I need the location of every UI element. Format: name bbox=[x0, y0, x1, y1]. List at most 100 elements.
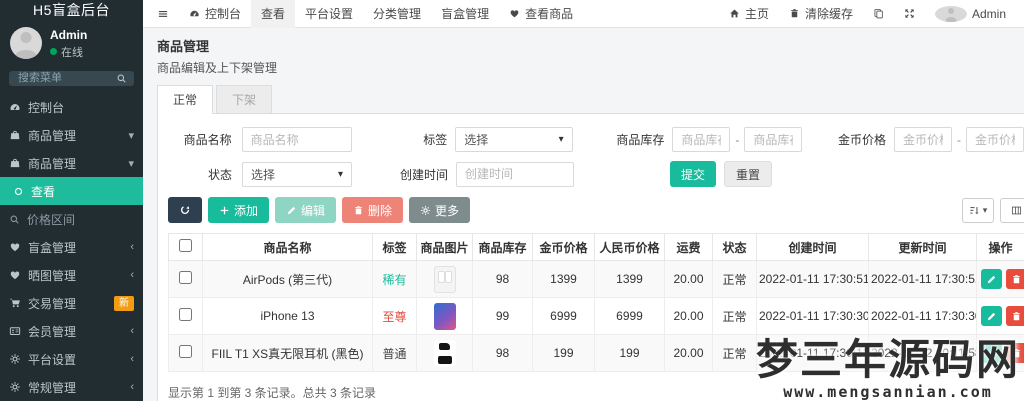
sidebar-item-label: 盲盒管理 bbox=[28, 240, 77, 255]
stock-min-input[interactable] bbox=[672, 127, 731, 152]
col-header-shipping: 运费 bbox=[664, 233, 713, 261]
sort-button[interactable]: ▾ bbox=[962, 197, 994, 223]
nav-item-blindbox-management[interactable]: 盲盒管理 bbox=[431, 0, 499, 28]
user-name: Admin bbox=[50, 28, 88, 42]
sidebar-item-price-range[interactable]: 价格区间 bbox=[0, 205, 143, 233]
sidebar-item-blindbox-management[interactable]: 盲盒管理 ‹ bbox=[0, 233, 143, 261]
cell-shipping: 20.00 bbox=[664, 297, 713, 335]
nav-item-view-goods[interactable]: 查看商品 bbox=[499, 0, 583, 28]
status-filter-select[interactable]: 选择 ▾ bbox=[242, 161, 352, 187]
row-delete-button[interactable] bbox=[1006, 269, 1024, 289]
page-title: 商品管理 bbox=[157, 39, 210, 54]
chevron-left-icon: ‹ bbox=[130, 241, 134, 253]
cell-rmb-price: 1399 bbox=[594, 260, 665, 298]
edit-label: 编辑 bbox=[301, 203, 326, 218]
user-status: 在线 bbox=[50, 44, 87, 60]
columns-icon bbox=[1011, 206, 1021, 214]
user-menu[interactable]: Admin bbox=[925, 0, 1016, 28]
page-subtitle: 商品编辑及上下架管理 bbox=[157, 61, 278, 75]
nav-item-label: 控制台 bbox=[205, 7, 242, 21]
table-header-row: 商品名称 标签 商品图片 商品库存 金币价格 人民币价格 运费 状态 创建时间 … bbox=[168, 233, 1024, 261]
col-header-name: 商品名称 bbox=[202, 233, 373, 261]
sidebar-item-trade-management[interactable]: 交易管理 新 bbox=[0, 289, 143, 317]
tab-normal[interactable]: 正常 bbox=[157, 85, 214, 114]
sidebar-item-member-management[interactable]: 会员管理 ‹ bbox=[0, 317, 143, 345]
gear-icon bbox=[421, 205, 430, 215]
pencil-icon bbox=[987, 275, 996, 283]
main-area: 控制台 查看 平台设置 分类管理 盲盒管理 查看商品 主页 清除缓存 Admin… bbox=[143, 0, 1024, 401]
row-checkbox[interactable] bbox=[179, 308, 192, 321]
add-button[interactable]: 添加 bbox=[208, 197, 270, 223]
refresh-icon bbox=[180, 205, 190, 215]
new-badge: 新 bbox=[114, 295, 134, 311]
row-edit-button[interactable] bbox=[981, 306, 1002, 326]
sidebar-item-label: 交易管理 bbox=[28, 296, 77, 311]
pencil-icon bbox=[987, 312, 996, 320]
sidebar-search[interactable] bbox=[9, 70, 134, 86]
copy-page-button[interactable] bbox=[863, 0, 894, 28]
name-filter-label: 商品名称 bbox=[183, 133, 232, 147]
nav-item-category-management[interactable]: 分类管理 bbox=[363, 0, 431, 28]
home-button[interactable]: 主页 bbox=[719, 0, 779, 28]
sidebar-toggle-button[interactable] bbox=[147, 0, 179, 28]
sidebar-item-platform-settings[interactable]: 平台设置 ‹ bbox=[0, 345, 143, 373]
submit-button[interactable]: 提交 bbox=[670, 161, 717, 187]
row-delete-button[interactable] bbox=[1006, 306, 1024, 326]
reset-button[interactable]: 重置 bbox=[724, 161, 773, 187]
cell-shipping: 20.00 bbox=[664, 334, 713, 372]
nav-item-label: 盲盒管理 bbox=[441, 7, 490, 21]
select-all-cell bbox=[168, 233, 203, 261]
filter-row-1: 商品名称 标签 选择 ▾ 商品库存 - 金币价格 - bbox=[168, 127, 1024, 152]
plus-icon bbox=[220, 206, 229, 214]
username-label: Admin bbox=[971, 6, 1006, 21]
online-dot-icon bbox=[50, 48, 57, 56]
sidebar-item-goods-management-1[interactable]: 商品管理 ▾ bbox=[0, 121, 143, 149]
sidebar-item-view[interactable]: 查看 bbox=[0, 177, 143, 205]
stock-max-input[interactable] bbox=[744, 127, 803, 152]
sidebar-item-photo-management[interactable]: 晒图管理 ‹ bbox=[0, 261, 143, 289]
gold-max-input[interactable] bbox=[966, 127, 1024, 152]
cell-gold-price: 6999 bbox=[532, 297, 595, 335]
nav-item-platform-settings[interactable]: 平台设置 bbox=[295, 0, 363, 28]
name-filter-input[interactable] bbox=[241, 127, 352, 152]
table-row: iPhone 13 至尊 99 6999 6999 20.00 正常 2022-… bbox=[168, 297, 1024, 335]
gauge-icon bbox=[190, 10, 199, 17]
cell-updated: 2022-01-11 17:30:51 bbox=[868, 260, 977, 298]
cell-rmb-price: 199 bbox=[594, 334, 665, 372]
more-button[interactable]: 更多 bbox=[409, 197, 471, 223]
sidebar-item-label: 商品管理 bbox=[28, 156, 77, 171]
columns-button[interactable] bbox=[1000, 197, 1024, 223]
nav-item-dashboard[interactable]: 控制台 bbox=[179, 0, 251, 28]
tag-select-value: 选择 bbox=[464, 133, 489, 147]
sidebar-search-input[interactable] bbox=[16, 71, 116, 86]
chevron-down-icon: ▾ bbox=[982, 204, 988, 215]
fullscreen-button[interactable] bbox=[894, 0, 925, 28]
sidebar: H5盲盒后台 Admin 在线 控制台 商品管理 ▾ bbox=[0, 0, 143, 401]
nav-tab-view[interactable]: 查看 bbox=[251, 0, 296, 28]
row-checkbox[interactable] bbox=[179, 345, 192, 358]
product-image bbox=[433, 265, 456, 293]
sidebar-item-dashboard[interactable]: 控制台 bbox=[0, 93, 143, 121]
cell-gold-price: 199 bbox=[532, 334, 595, 372]
gold-min-input[interactable] bbox=[894, 127, 952, 152]
delete-button[interactable]: 删除 bbox=[342, 197, 404, 223]
search-icon bbox=[10, 215, 19, 224]
clear-cache-button[interactable]: 清除缓存 bbox=[779, 0, 863, 28]
refresh-button[interactable] bbox=[168, 197, 202, 223]
tag-filter-select[interactable]: 选择 ▾ bbox=[455, 127, 573, 152]
circle-o-icon bbox=[14, 187, 23, 195]
edit-button[interactable]: 编辑 bbox=[275, 197, 337, 223]
tab-offshelf[interactable]: 下架 bbox=[216, 85, 273, 113]
col-header-created: 创建时间 bbox=[756, 233, 869, 261]
status-select-value: 选择 bbox=[251, 167, 276, 182]
select-all-checkbox[interactable] bbox=[179, 239, 192, 252]
row-checkbox[interactable] bbox=[179, 271, 192, 284]
trash-icon bbox=[355, 205, 362, 214]
row-edit-button[interactable] bbox=[981, 269, 1002, 289]
sidebar-item-label: 平台设置 bbox=[28, 352, 77, 367]
chevron-down-icon: ▾ bbox=[128, 129, 134, 142]
shopping-bag-icon bbox=[10, 158, 20, 168]
created-filter-input[interactable] bbox=[456, 161, 574, 187]
sidebar-item-goods-management-2[interactable]: 商品管理 ▾ bbox=[0, 149, 143, 177]
sidebar-item-general-management[interactable]: 常规管理 ‹ bbox=[0, 373, 143, 401]
